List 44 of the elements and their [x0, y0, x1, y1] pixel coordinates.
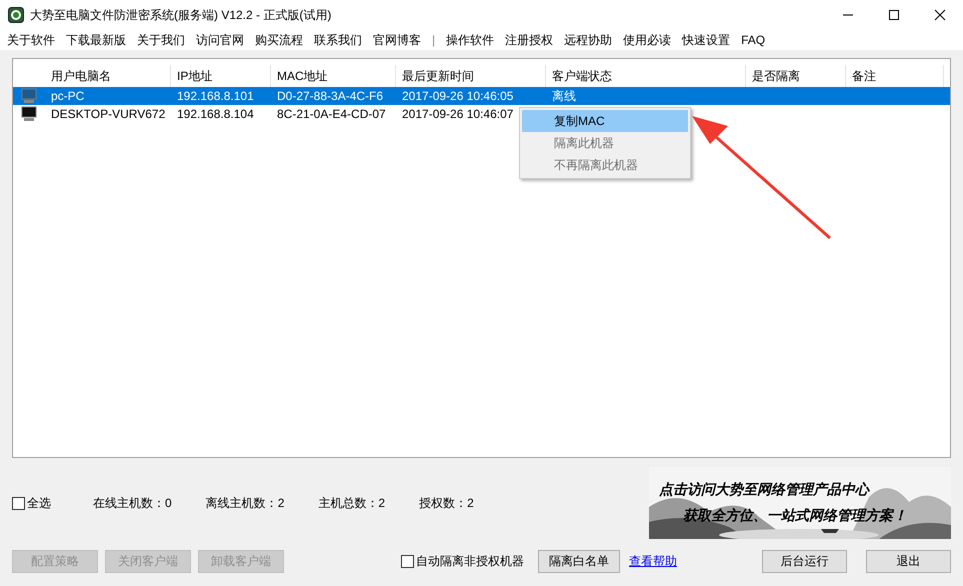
- monitor-icon: [21, 88, 37, 104]
- menu-item[interactable]: 关于软件: [7, 32, 55, 48]
- app-icon: [8, 7, 24, 23]
- stat-label: 在线主机数：0: [93, 494, 172, 512]
- table-cell: 2017-09-26 10:46:05: [402, 89, 514, 103]
- menu-item[interactable]: 访问官网: [196, 32, 244, 48]
- menu-item[interactable]: 关于我们: [137, 32, 185, 48]
- table-cell: 8C-21-0A-E4-CD-07: [277, 107, 386, 121]
- menu-item[interactable]: 下载最新版: [66, 32, 126, 48]
- select-all-checkbox[interactable]: 全选: [12, 494, 51, 512]
- menu-item[interactable]: 远程协助: [564, 32, 612, 48]
- table-cell: pc-PC: [51, 89, 84, 103]
- table-cell: DESKTOP-VURV672: [51, 107, 166, 121]
- menu-item[interactable]: 注册授权: [505, 32, 554, 48]
- stat-label: 授权数：2: [419, 494, 474, 512]
- table-cell: 2017-09-26 10:46:07: [402, 107, 514, 121]
- whitelist-button[interactable]: 隔离白名单: [538, 550, 620, 572]
- table-cell: D0-27-88-3A-4C-F6: [277, 89, 384, 103]
- menu-item[interactable]: 快速设置: [682, 32, 730, 48]
- menu-item[interactable]: FAQ: [741, 33, 766, 47]
- window-button[interactable]: 退出: [866, 550, 951, 572]
- window-button[interactable]: 后台运行: [762, 550, 847, 572]
- selected-row[interactable]: pc-PC 192.168.8.101 D0-27-88-3A-4C-F6 2017-09-26 10:46:05 离线: [13, 87, 950, 105]
- banner-ad[interactable]: 点击访问大势至网络管理产品中心 获取全方位、一站式网络管理方案！: [649, 467, 951, 539]
- table-cell: 192.168.8.104: [177, 107, 254, 121]
- banner-text: 获取全方位、一站式网络管理方案！: [682, 507, 908, 525]
- menu-separator: |: [432, 33, 436, 47]
- menu-item[interactable]: 联系我们: [314, 32, 362, 48]
- window-title: 大势至电脑文件防泄密系统(服务端) V12.2 - 正式版(试用): [30, 6, 332, 24]
- monitor-icon: [21, 106, 37, 122]
- menu-item[interactable]: 购买流程: [255, 32, 303, 48]
- close-icon[interactable]: [934, 9, 946, 21]
- banner-text: 点击访问大势至网络管理产品中心: [658, 481, 871, 499]
- help-link[interactable]: 查看帮助: [629, 552, 677, 570]
- stat-label: 离线主机数：2: [206, 494, 284, 512]
- menu-item[interactable]: 操作软件: [446, 32, 494, 48]
- auto-isolate-checkbox[interactable]: 自动隔离非授权机器: [401, 552, 524, 570]
- menu-item[interactable]: 使用必读: [623, 32, 672, 48]
- menu-item[interactable]: 官网博客: [373, 32, 421, 48]
- table-cell: 离线: [552, 88, 576, 102]
- stat-label: 主机总数：2: [318, 494, 386, 512]
- maximize-icon[interactable]: [888, 9, 900, 21]
- context-menu-item[interactable]: 复制MAC: [522, 110, 688, 132]
- table-cell: 192.168.8.101: [177, 89, 254, 103]
